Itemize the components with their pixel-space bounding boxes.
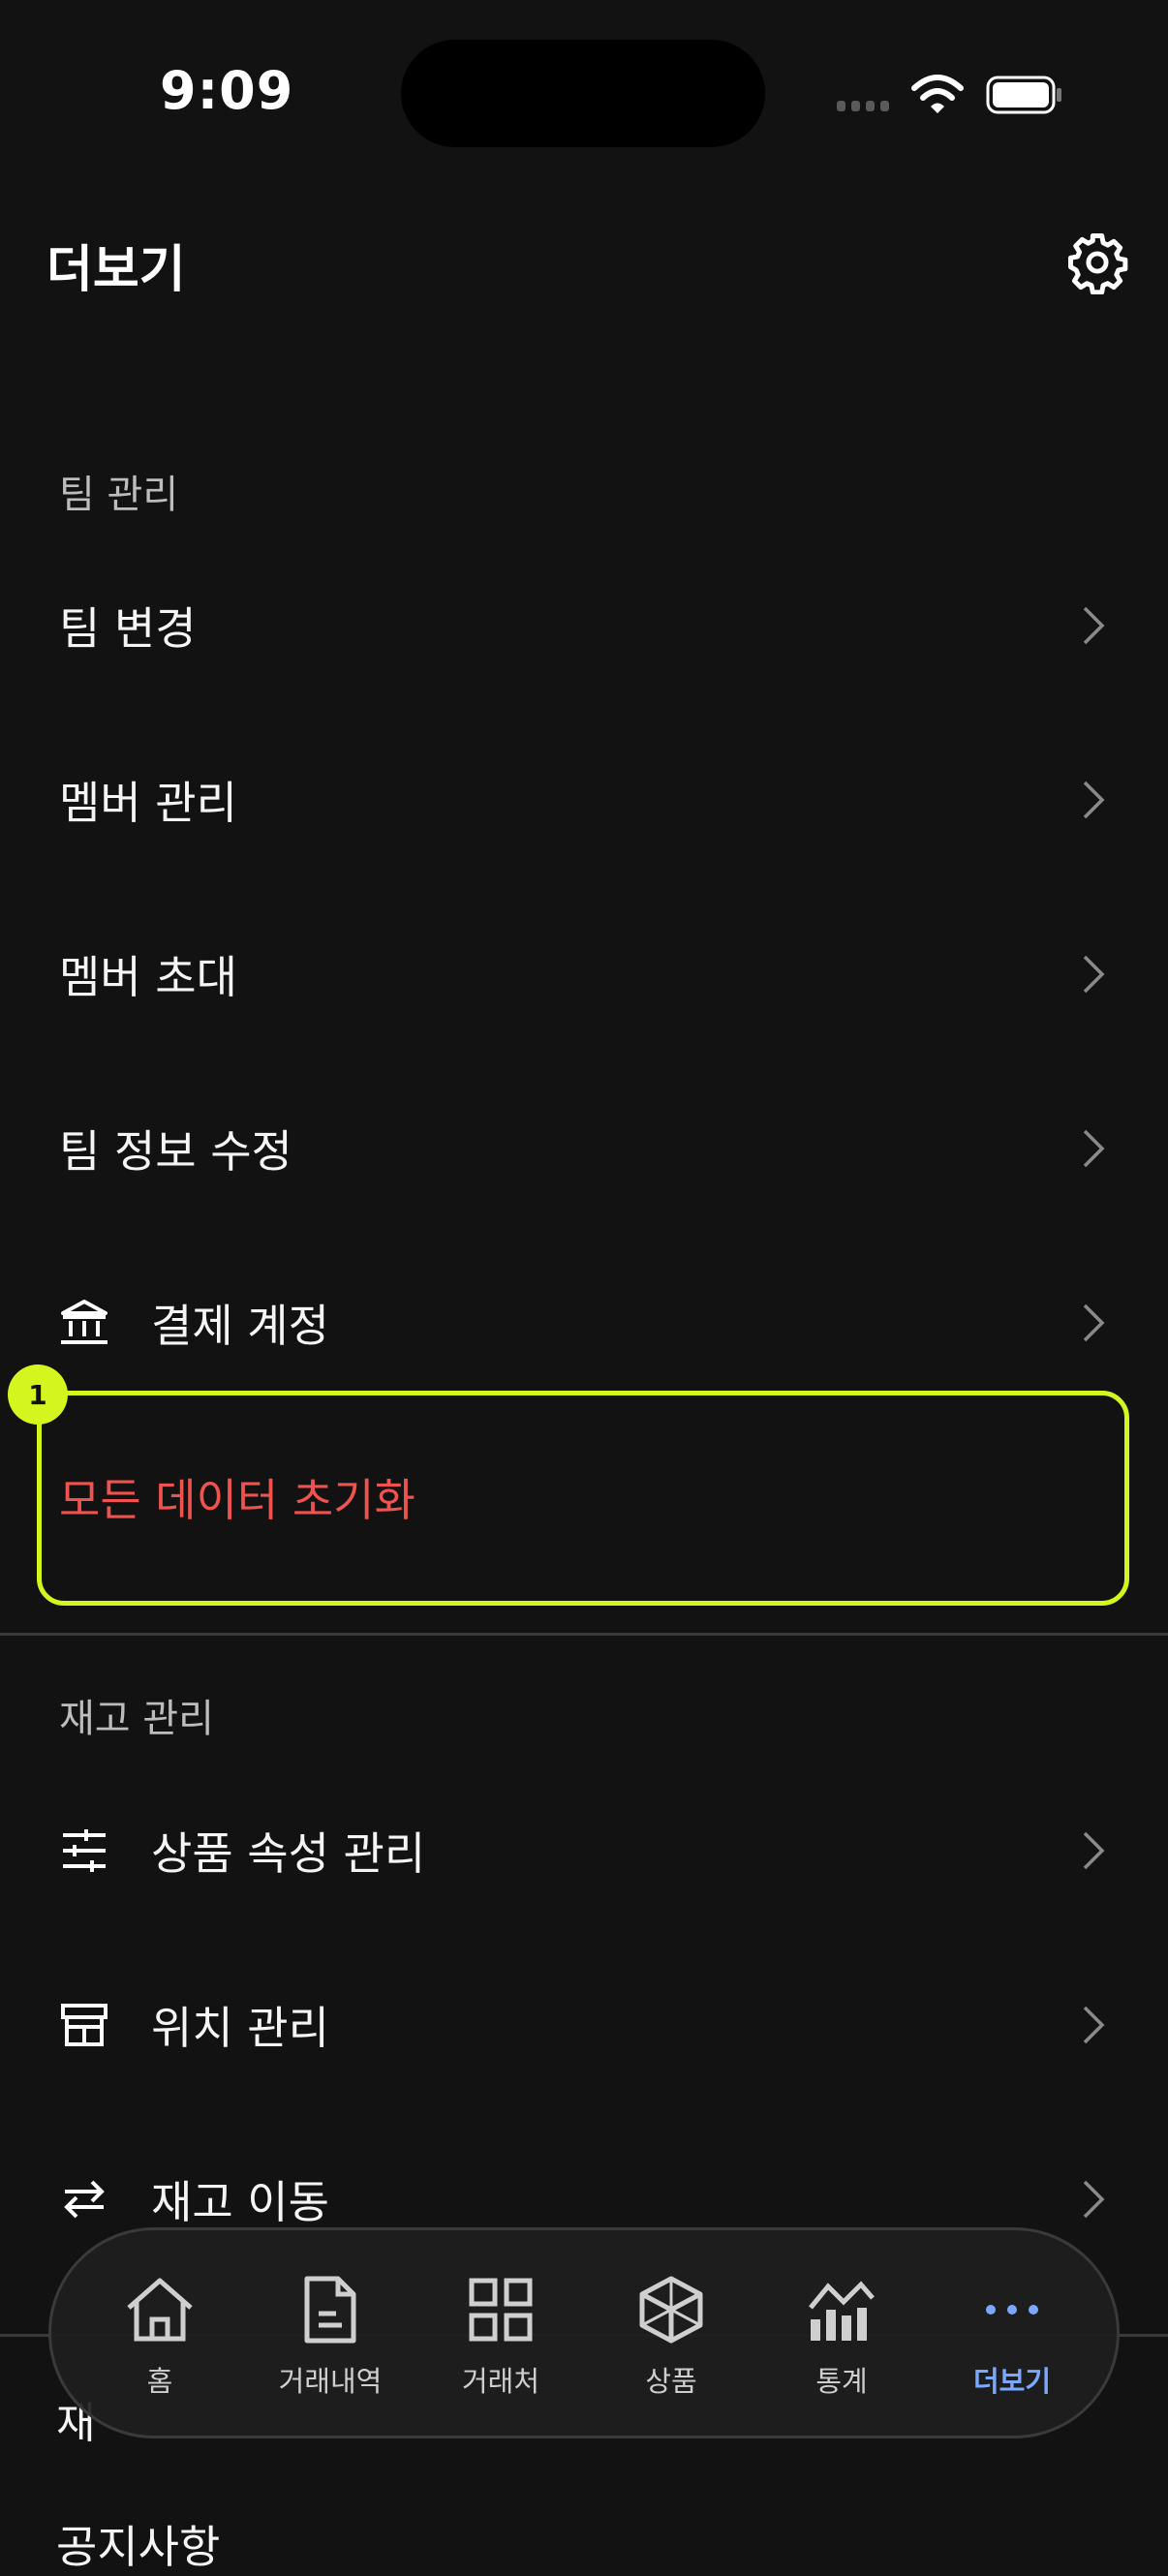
menu-item-change-team[interactable]: 팀 변경 [0, 548, 1168, 703]
more-dots-icon [986, 2305, 1038, 2315]
highlight-box [37, 1391, 1129, 1606]
chart-icon [809, 2281, 875, 2341]
store-icon [61, 2004, 108, 2046]
nav-tab-label: 더보기 [972, 2365, 1052, 2398]
menu-item-label: 재고 이동 [151, 2176, 329, 2228]
menu-item-product-attributes[interactable]: 상품 속성 관리 [0, 1773, 1168, 1928]
chevron-right-icon [1083, 2180, 1105, 2219]
chevron-right-icon [1083, 1831, 1105, 1870]
nav-tab-label: 상품 [645, 2365, 697, 2398]
grid-icon [469, 2278, 533, 2342]
wifi-icon [911, 75, 964, 113]
section-divider [0, 1633, 1168, 1636]
bottom-nav-bar: 홈 거래내역 거래처 상품 통계 더보기 [48, 2227, 1120, 2438]
nav-tab-products[interactable]: 상품 [586, 2230, 756, 2441]
menu-item-label: 멤버 초대 [59, 951, 237, 1003]
nav-tab-more[interactable]: 더보기 [927, 2230, 1097, 2441]
chevron-right-icon [1083, 1303, 1105, 1342]
battery-icon [986, 76, 1061, 114]
status-time: 9:09 [160, 60, 294, 121]
section-title-team: 팀 관리 [59, 473, 179, 517]
nav-tab-label: 통계 [815, 2365, 868, 2398]
menu-item-label: 멤버 관리 [59, 777, 237, 829]
menu-item-label: 팀 정보 수정 [59, 1125, 292, 1178]
nav-tab-transactions[interactable]: 거래내역 [245, 2230, 415, 2441]
section-title-inventory: 재고 관리 [59, 1697, 214, 1741]
menu-item-label: 팀 변경 [59, 602, 197, 655]
menu-item-label: 결제 계정 [151, 1300, 329, 1352]
bank-icon [61, 1300, 108, 1344]
menu-item-location-management[interactable]: 위치 관리 [0, 1947, 1168, 2102]
nav-tab-partners[interactable]: 거래처 [415, 2230, 586, 2441]
nav-tab-home[interactable]: 홈 [75, 2230, 245, 2441]
chevron-right-icon [1083, 606, 1105, 645]
home-icon [127, 2278, 193, 2342]
menu-item-label: 위치 관리 [151, 2002, 329, 2054]
chevron-right-icon [1083, 781, 1105, 819]
document-icon [304, 2276, 356, 2344]
menu-item-label: 상품 속성 관리 [151, 1827, 426, 1880]
nav-tab-statistics[interactable]: 통계 [756, 2230, 927, 2441]
settings-gear-icon[interactable] [1065, 230, 1129, 294]
menu-item-invite-member[interactable]: 멤버 초대 [0, 897, 1168, 1052]
chevron-right-icon [1083, 1129, 1105, 1168]
nav-tab-label: 거래내역 [278, 2365, 383, 2398]
menu-item-member-management[interactable]: 멤버 관리 [0, 722, 1168, 877]
sliders-icon [63, 1829, 106, 1872]
menu-item-notices-partial[interactable]: 공지사항 [56, 2512, 220, 2576]
cellular-signal-icon [837, 101, 889, 111]
cube-icon [639, 2276, 703, 2344]
chevron-right-icon [1083, 2006, 1105, 2044]
page-title: 더보기 [46, 241, 186, 299]
nav-tab-label: 거래처 [461, 2365, 540, 2398]
transfer-icon [64, 2180, 105, 2219]
chevron-right-icon [1083, 955, 1105, 994]
menu-item-payment-account[interactable]: 결제 계정 [0, 1245, 1168, 1400]
annotation-badge: 1 [8, 1365, 68, 1425]
dynamic-island [401, 40, 765, 147]
menu-item-edit-team-info[interactable]: 팀 정보 수정 [0, 1071, 1168, 1226]
nav-tab-label: 홈 [146, 2365, 173, 2398]
